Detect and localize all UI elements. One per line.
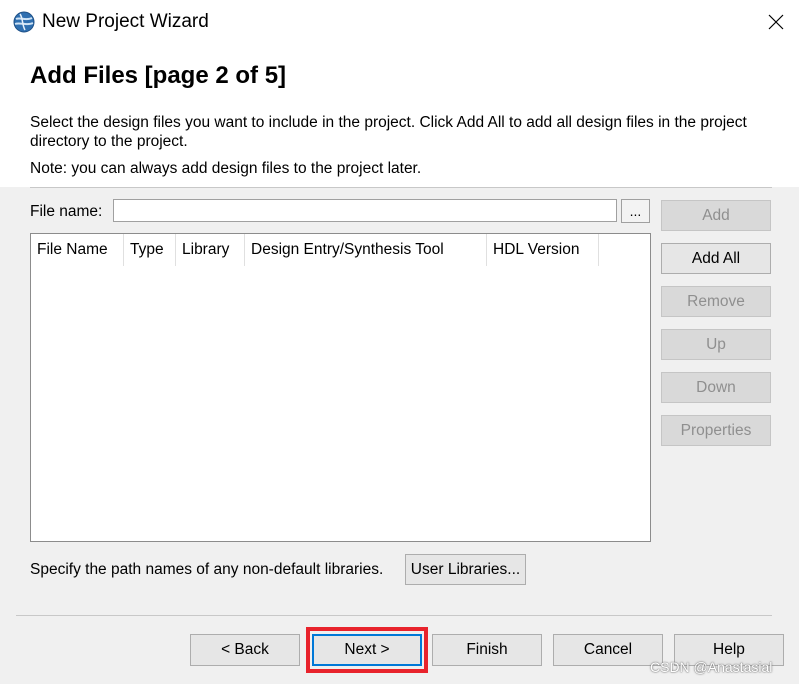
next-button[interactable]: Next > — [312, 634, 422, 666]
file-name-label: File name: — [30, 203, 103, 220]
column-header-design-entry-tool[interactable]: Design Entry/Synthesis Tool — [245, 234, 487, 266]
up-button[interactable]: Up — [661, 329, 771, 360]
header-divider — [30, 187, 772, 188]
window-title: New Project Wizard — [42, 11, 209, 32]
properties-button[interactable]: Properties — [661, 415, 771, 446]
remove-button[interactable]: Remove — [661, 286, 771, 317]
watermark: CSDN @Anastasial — [650, 659, 773, 675]
file-name-input[interactable] — [113, 199, 617, 222]
finish-button[interactable]: Finish — [432, 634, 542, 666]
column-header-hdl-version[interactable]: HDL Version — [487, 234, 599, 266]
wizard-header: Add Files [page 2 of 5] Select the desig… — [0, 44, 802, 187]
down-button[interactable]: Down — [661, 372, 771, 403]
libraries-hint: Specify the path names of any non-defaul… — [30, 561, 384, 578]
title-bar: New Project Wizard — [0, 0, 802, 44]
browse-button[interactable]: ... — [621, 199, 650, 223]
column-header-library[interactable]: Library — [176, 234, 245, 266]
column-header-type[interactable]: Type — [124, 234, 176, 266]
footer-divider — [16, 615, 772, 616]
globe-icon — [13, 11, 35, 33]
user-libraries-button[interactable]: User Libraries... — [405, 554, 526, 585]
page-description: Select the design files you want to incl… — [30, 114, 747, 150]
file-list-table[interactable]: File Name Type Library Design Entry/Synt… — [30, 233, 651, 542]
cancel-button[interactable]: Cancel — [553, 634, 663, 666]
add-all-button[interactable]: Add All — [661, 243, 771, 274]
add-button[interactable]: Add — [661, 200, 771, 231]
close-button[interactable] — [758, 4, 794, 40]
back-button[interactable]: < Back — [190, 634, 300, 666]
page-note: Note: you can always add design files to… — [30, 160, 422, 177]
page-title: Add Files [page 2 of 5] — [30, 62, 287, 89]
column-header-file-name[interactable]: File Name — [31, 234, 124, 266]
close-icon — [768, 14, 784, 30]
